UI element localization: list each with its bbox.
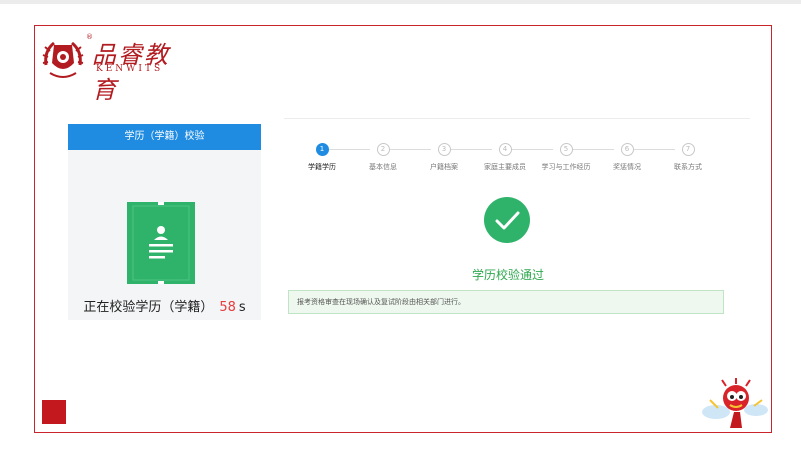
step-7[interactable]: 7 联系方式 xyxy=(658,143,718,172)
countdown-label: 正在校验学历（学籍） xyxy=(83,300,214,315)
step-label: 家庭主要成员 xyxy=(484,163,526,171)
step-label: 户籍档案 xyxy=(430,163,458,171)
step-number: 4 xyxy=(498,143,512,156)
step-4[interactable]: 4 家庭主要成员 xyxy=(475,143,535,172)
verification-result: 学历校验通过 xyxy=(471,268,544,282)
document-icon xyxy=(127,202,195,284)
step-number: 5 xyxy=(559,143,573,156)
step-5[interactable]: 5 学习与工作经历 xyxy=(536,143,596,172)
top-divider xyxy=(0,0,801,4)
logo-emblem-icon xyxy=(42,41,84,78)
brand-name-en: KENWITS xyxy=(96,64,164,74)
step-label: 基本信息 xyxy=(369,163,397,171)
step-number: 6 xyxy=(620,143,634,156)
step-6[interactable]: 6 奖惩情况 xyxy=(597,143,657,172)
corner-marker xyxy=(42,400,66,424)
verification-panel: 学历（学籍）校验 正在校验学历（学籍） 58 s xyxy=(68,124,261,320)
check-icon xyxy=(484,197,530,243)
notice-banner: 报考资格审查在现场确认及复试阶段由相关部门进行。 xyxy=(288,290,724,314)
step-label: 学籍学历 xyxy=(308,163,336,171)
progress-steps: 1 学籍学历 2 基本信息 3 户籍档案 4 家庭主要成员 5 学习与工作经历 … xyxy=(300,143,720,173)
countdown-seconds: 58 xyxy=(219,300,236,315)
verification-panel-title: 学历（学籍）校验 xyxy=(68,124,261,150)
step-number: 3 xyxy=(437,143,451,156)
mascot-icon xyxy=(702,378,768,428)
step-label: 学习与工作经历 xyxy=(541,163,591,171)
brand-logo: ® 品睿教育 KENWITS xyxy=(40,33,180,104)
step-number: 2 xyxy=(376,143,390,156)
step-3[interactable]: 3 户籍档案 xyxy=(414,143,474,172)
step-number: 7 xyxy=(681,143,695,156)
step-1[interactable]: 1 学籍学历 xyxy=(292,143,352,172)
step-2[interactable]: 2 基本信息 xyxy=(353,143,413,172)
step-label: 联系方式 xyxy=(674,163,702,171)
content-divider xyxy=(284,118,750,119)
countdown-unit: s xyxy=(238,300,246,315)
step-number: 1 xyxy=(315,143,329,156)
countdown-status: 正在校验学历（学籍） 58 s xyxy=(68,296,261,315)
step-label: 奖惩情况 xyxy=(613,163,641,171)
